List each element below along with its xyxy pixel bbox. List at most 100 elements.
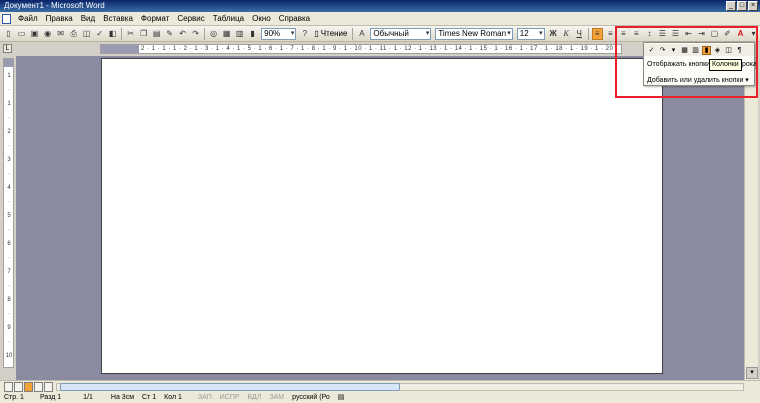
cut-icon[interactable]: ✂ <box>125 28 136 40</box>
add-remove-buttons[interactable]: Добавить или удалить кнопки <box>647 76 749 84</box>
status-column: Кол 1 <box>164 394 182 401</box>
line-spacing-icon[interactable]: ↕ <box>644 28 655 40</box>
tab-selector[interactable]: L <box>3 44 12 53</box>
document-page[interactable] <box>101 58 663 374</box>
new-document-icon[interactable]: ▯ <box>3 28 14 40</box>
columns-icon[interactable]: ▮ <box>247 28 258 40</box>
status-ext[interactable]: ВДЛ <box>244 393 266 403</box>
highlight-color-icon[interactable]: ✐ <box>722 28 733 40</box>
close-button[interactable]: × <box>748 1 758 11</box>
status-page: Стр. 1 <box>4 394 24 401</box>
menu-window[interactable]: Окно <box>248 13 275 25</box>
numbering-icon[interactable]: ☰ <box>657 28 668 40</box>
align-right-icon[interactable]: ≡ <box>618 28 629 40</box>
status-trk[interactable]: ИСПР <box>216 393 244 403</box>
redo-icon[interactable]: ↷ <box>190 28 201 40</box>
email-icon[interactable]: ✉ <box>55 28 66 40</box>
permission-icon[interactable]: ◉ <box>42 28 53 40</box>
italic-button[interactable]: К <box>561 28 572 40</box>
undo-icon[interactable]: ↶ <box>177 28 188 40</box>
vertical-ruler-margin <box>4 59 13 67</box>
menu-file[interactable]: Файл <box>14 13 42 25</box>
status-rec[interactable]: ЗАП <box>194 393 216 403</box>
increase-indent-icon[interactable]: ⇥ <box>696 28 707 40</box>
maximize-button[interactable]: □ <box>737 1 747 11</box>
open-folder-icon[interactable]: ▭ <box>16 28 27 40</box>
spelling-check-icon[interactable]: ✓ <box>647 46 656 55</box>
font-size-select[interactable]: 12 <box>516 27 545 40</box>
spelling-icon[interactable]: ✓ <box>94 28 105 40</box>
styles-pane-icon[interactable]: A <box>356 28 367 40</box>
normal-view-icon[interactable] <box>4 382 13 392</box>
vtick: · <box>8 171 10 177</box>
format-painter-icon[interactable]: ✎ <box>164 28 175 40</box>
document-map-icon[interactable]: ◫ <box>724 46 733 55</box>
menu-insert[interactable]: Вставка <box>99 13 137 25</box>
show-buttons-row[interactable]: Отображать кнопки <box>647 61 710 68</box>
window-controls: _ □ × <box>726 1 758 11</box>
chevron-icon[interactable]: ▾ <box>669 46 678 55</box>
vertical-ruler[interactable]: 1 · 1 · 2 · 3 · 4 · 5 · 6 · 7 · 8 · 9 · … <box>3 58 14 368</box>
align-center-icon[interactable]: ≡ <box>605 28 616 40</box>
tables-borders-icon[interactable]: ▦ <box>221 28 232 40</box>
redo-overflow-icon[interactable]: ↷ <box>658 46 667 55</box>
align-left-icon[interactable]: ≡ <box>591 27 603 40</box>
style-select[interactable]: Обычный <box>370 27 432 40</box>
columns-button-icon[interactable]: ▮ <box>702 45 711 55</box>
status-language[interactable]: русский (Ро <box>288 393 334 403</box>
help-icon[interactable]: ? <box>299 28 310 40</box>
toolbar-options-chevron-icon[interactable]: ▾ <box>748 28 759 40</box>
decrease-indent-icon[interactable]: ⇤ <box>683 28 694 40</box>
justify-icon[interactable]: ≡ <box>631 28 642 40</box>
vertical-scrollbar[interactable]: ▴ ▾ <box>744 56 758 380</box>
print-icon[interactable]: ⎙ <box>68 28 79 40</box>
show-hide-paragraph-icon[interactable]: ¶ <box>735 46 744 55</box>
minimize-button[interactable]: _ <box>726 1 736 11</box>
spelling-status-icon[interactable]: ▤ <box>334 393 349 403</box>
vtick: 7 <box>7 269 11 275</box>
excel-icon[interactable]: ▥ <box>691 46 700 55</box>
outline-view-icon[interactable] <box>34 382 43 392</box>
standard-toolbar: ▯ ▭ ▣ ◉ ✉ ⎙ ◫ ✓ ◧ ✂ ❐ ▤ ✎ ↶ ↷ ◎ ▦ ▥ ▮ 90… <box>0 26 760 42</box>
document-area <box>16 56 744 380</box>
horizontal-ruler[interactable]: 2 · 1 · 1 · 1 · 2 · 1 · 3 · 1 · 4 · 1 · … <box>100 44 622 54</box>
print-layout-icon[interactable] <box>24 382 33 392</box>
font-select[interactable]: Times New Roman <box>435 27 513 40</box>
separator <box>204 27 206 40</box>
read-icon: ▯ <box>314 28 319 38</box>
vtick: 9 <box>7 325 11 331</box>
menu-edit[interactable]: Правка <box>42 13 77 25</box>
vertical-ruler-ticks: 1 · 1 · 2 · 3 · 4 · 5 · 6 · 7 · 8 · 9 · … <box>5 69 13 367</box>
research-icon[interactable]: ◧ <box>107 28 118 40</box>
bullets-icon[interactable]: ☰ <box>670 28 681 40</box>
menu-format[interactable]: Формат <box>137 13 173 25</box>
web-view-icon[interactable] <box>14 382 23 392</box>
read-button[interactable]: ▯ Чтение <box>311 28 350 40</box>
copy-icon[interactable]: ❐ <box>138 28 149 40</box>
hyperlink-icon[interactable]: ◎ <box>208 28 219 40</box>
font-color-icon[interactable]: A <box>735 28 746 40</box>
title-bar: Документ1 - Microsoft Word _ □ × <box>0 0 760 12</box>
view-buttons <box>4 382 53 392</box>
table-icon[interactable]: ▦ <box>680 46 689 55</box>
menu-help[interactable]: Справка <box>275 13 314 25</box>
bold-button[interactable]: Ж <box>548 28 559 40</box>
zoom-select[interactable]: 90% <box>261 27 297 40</box>
reading-view-icon[interactable] <box>44 382 53 392</box>
status-position: На 3см <box>110 394 135 401</box>
document-icon[interactable] <box>2 13 11 24</box>
hscroll-thumb[interactable] <box>60 383 400 391</box>
menu-table[interactable]: Таблица <box>209 13 248 25</box>
borders-icon[interactable]: ▢ <box>709 28 720 40</box>
scroll-down-icon[interactable]: ▾ <box>746 367 758 379</box>
paste-icon[interactable]: ▤ <box>151 28 162 40</box>
insert-table-icon[interactable]: ▥ <box>234 28 245 40</box>
menu-view[interactable]: Вид <box>77 13 99 25</box>
drawing-icon[interactable]: ◈ <box>713 46 722 55</box>
underline-button[interactable]: Ч <box>574 28 585 40</box>
status-ovr[interactable]: ЗАМ <box>265 393 288 403</box>
menu-tools[interactable]: Сервис <box>173 13 208 25</box>
horizontal-scrollbar[interactable] <box>0 380 760 393</box>
print-preview-icon[interactable]: ◫ <box>81 28 92 40</box>
save-icon[interactable]: ▣ <box>29 28 40 40</box>
